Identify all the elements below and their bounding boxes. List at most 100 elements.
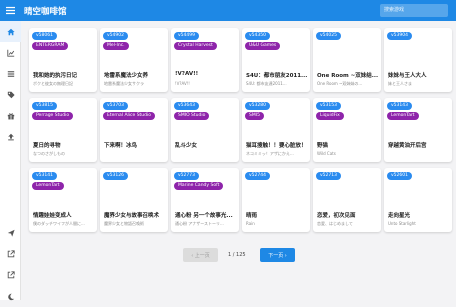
game-original-title: ボクと彼女の無理日記 — [33, 81, 73, 86]
game-card[interactable]: v53815 Perrage Studio 夏日的寻物なつのさがしもの — [29, 98, 97, 162]
developer-tag[interactable]: LiquidFix — [316, 112, 344, 120]
home-icon[interactable] — [0, 21, 21, 42]
game-original-title: なつのさがしもの — [33, 151, 65, 156]
game-title: 乱斗少女 — [175, 143, 198, 149]
game-id-badge: v53280 — [245, 102, 270, 110]
game-card[interactable]: v52773 Marine Candy Soft 通心粉 另一个故事光... 通心粉 … — [171, 168, 239, 232]
prev-page-button[interactable]: ‹ 上一页 — [183, 248, 218, 262]
game-original-title: 妹と王人さま — [388, 81, 412, 86]
game-id-badge: v52601 — [387, 172, 412, 180]
app-bar: 晴空咖啡馆 搜索游戏 — [0, 0, 456, 21]
game-original-title: 恋愛、はじめまして — [317, 221, 353, 226]
game-title: 恋爱，初次见面 — [317, 213, 356, 219]
game-original-title: S4U: 都市友達2011... — [246, 81, 287, 86]
game-card[interactable]: v53703 Eternal Alice Studio 下来啊！冰鸟 — [100, 98, 168, 162]
developer-tag[interactable]: LemonTart — [387, 112, 419, 120]
developer-tag[interactable]: SMIO Studio — [174, 112, 210, 120]
upload-icon[interactable] — [0, 126, 21, 147]
developer-tag[interactable]: ENTERGRAM — [32, 42, 69, 50]
game-original-title: 通心粉 アナザーストーリ... — [175, 221, 224, 226]
game-id-badge: v52744 — [245, 172, 270, 180]
game-title: 晴雨 — [246, 213, 258, 219]
game-id-badge: v54025 — [316, 32, 341, 40]
game-title: !V?AV!! — [175, 71, 199, 77]
game-title: 通心粉 另一个故事光... — [175, 213, 233, 219]
game-card[interactable]: v53126 魔界少女与故事召唤术 魔界少女と物語召喚術 — [100, 168, 168, 232]
game-id-badge: v58061 — [32, 32, 57, 40]
search-input[interactable]: 搜索游戏 — [380, 4, 448, 17]
tag-icon[interactable] — [0, 84, 21, 105]
game-title: 野猫 — [317, 143, 329, 149]
game-title: 我和她的执污日记 — [33, 73, 78, 79]
send-icon[interactable] — [0, 222, 21, 243]
game-original-title: 僕のダッチワイフが人間に... — [33, 221, 85, 226]
game-card[interactable]: v54902 Mel-Inc. 地雷系魔法少女养 地雷系魔法少女サクラ — [100, 28, 168, 92]
game-original-title: One Room ~双姉妹の... — [317, 81, 363, 86]
developer-tag[interactable]: LemonTart — [32, 182, 64, 190]
developer-tag[interactable]: U&U Games — [245, 42, 281, 50]
game-id-badge: v53643 — [174, 102, 199, 110]
game-title: 走向星光 — [388, 213, 411, 219]
developer-tag[interactable]: Perrage Studio — [32, 112, 74, 120]
gift-icon[interactable] — [0, 105, 21, 126]
game-card[interactable]: v53280 SMI5 猫耳搜触！！要心脏放！ ネコミミッ！アザにかえ... — [242, 98, 310, 162]
game-title: S4U：都市朋友2011... — [246, 73, 308, 79]
game-original-title: Unto Starlight — [388, 221, 416, 226]
game-original-title: ネコミミッ！アザにかえ... — [246, 151, 294, 156]
developer-tag[interactable]: Marine Candy Soft — [174, 182, 224, 190]
game-card[interactable]: v54025 One Room ~双妹结... One Room ~双姉妹の... — [313, 28, 381, 92]
game-card[interactable]: v53904 妹妹与王人大人 妹と王人さま — [384, 28, 452, 92]
game-id-badge: v53126 — [103, 172, 128, 180]
pagination: ‹ 上一页 1 / 125 下一页 › — [183, 248, 295, 262]
game-original-title: Rain — [246, 221, 255, 226]
next-page-button[interactable]: 下一页 › — [260, 248, 295, 262]
game-id-badge: v53143 — [387, 102, 412, 110]
game-card[interactable]: v52713 恋爱，初次见面 恋愛、はじめまして — [313, 168, 381, 232]
game-card[interactable]: v52601 走向星光 Unto Starlight — [384, 168, 452, 232]
game-card[interactable]: v53143 LemonTart 穿越黄油开后宫 — [384, 98, 452, 162]
game-card[interactable]: v52744 晴雨 Rain — [242, 168, 310, 232]
game-card[interactable]: v53153 LiquidFix 野猫 Wild Cats — [313, 98, 381, 162]
sidebar — [0, 21, 21, 300]
page-indicator: 1 / 125 — [228, 252, 246, 258]
app-title: 晴空咖啡馆 — [24, 6, 67, 17]
game-id-badge: v53703 — [103, 102, 128, 110]
game-title: 下来啊！冰鸟 — [104, 143, 138, 149]
game-id-badge: v54902 — [103, 32, 128, 40]
developer-tag[interactable]: Eternal Alice Studio — [103, 112, 156, 120]
game-id-badge: v54499 — [174, 32, 199, 40]
external-link-icon[interactable] — [0, 264, 21, 285]
game-card[interactable]: v53141 LemonTart 情趣娃娃变成人僕のダッチワイフが人間に... — [29, 168, 97, 232]
game-title: One Room ~双妹结... — [317, 73, 379, 79]
game-id-badge: v53153 — [316, 102, 341, 110]
game-id-badge: v52773 — [174, 172, 199, 180]
game-title: 夏日的寻物 — [33, 143, 61, 149]
game-title: 地雷系魔法少女养 — [104, 73, 149, 79]
game-title: 情趣娃娃变成人 — [33, 213, 72, 219]
game-title: 穿越黄油开后宫 — [388, 143, 427, 149]
game-title: 魔界少女与故事召唤术 — [104, 213, 160, 219]
game-id-badge: v52713 — [316, 172, 341, 180]
chart-icon[interactable] — [0, 42, 21, 63]
game-id-badge: v53815 — [32, 102, 57, 110]
game-title: 猫耳搜触！！要心脏放！ — [246, 143, 307, 149]
game-card[interactable]: v54499 Crystal Harvest !V?AV!! !V?AV!! — [171, 28, 239, 92]
menu-icon[interactable] — [0, 0, 20, 21]
developer-tag[interactable]: Mel-Inc. — [103, 42, 129, 50]
developer-tag[interactable]: SMI5 — [245, 112, 264, 120]
game-id-badge: v54350 — [245, 32, 270, 40]
game-id-badge: v53904 — [387, 32, 412, 40]
developer-tag[interactable]: Crystal Harvest — [174, 42, 217, 50]
game-title: 妹妹与王人大人 — [388, 73, 427, 79]
game-card[interactable]: v53643 SMIO Studio 乱斗少女 — [171, 98, 239, 162]
game-card[interactable]: v54350 U&U Games S4U：都市朋友2011... S4U: 都市友達2… — [242, 28, 310, 92]
game-original-title: Wild Cats — [317, 151, 336, 156]
game-original-title: 魔界少女と物語召喚術 — [104, 221, 144, 226]
game-id-badge: v53141 — [32, 172, 57, 180]
external-link-icon[interactable] — [0, 243, 21, 264]
dark-mode-icon[interactable] — [0, 286, 21, 307]
game-original-title: 地雷系魔法少女サクラ — [104, 81, 144, 86]
game-card[interactable]: v58061 ENTERGRAM 我和她的执污日记 ボクと彼女の無理日記 — [29, 28, 97, 92]
list-icon[interactable] — [0, 63, 21, 84]
game-original-title: !V?AV!! — [175, 81, 190, 86]
